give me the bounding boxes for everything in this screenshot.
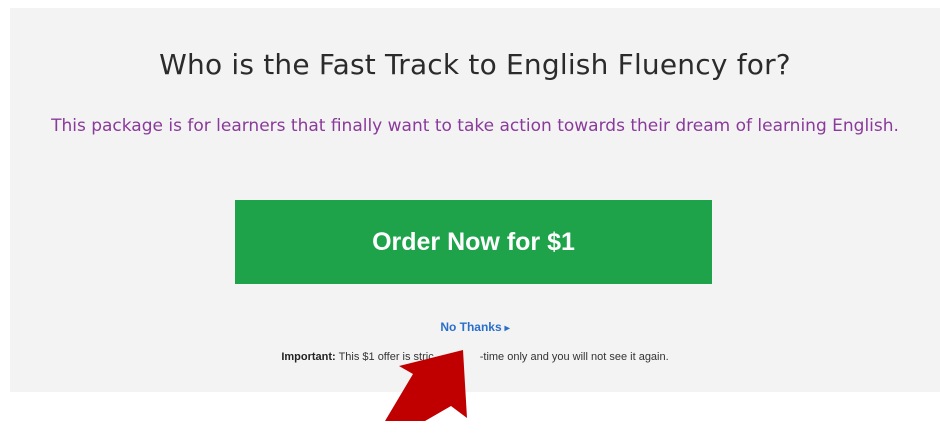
page: Who is the Fast Track to English Fluency…	[0, 0, 950, 421]
caret-right-icon: ▸	[504, 323, 510, 334]
red-arrow-icon	[385, 350, 467, 421]
offer-headline: Who is the Fast Track to English Fluency…	[159, 48, 791, 81]
no-thanks-link[interactable]: No Thanks ▸	[10, 320, 940, 334]
order-now-button[interactable]: Order Now for $1	[235, 200, 712, 284]
offer-description: This package is for learners that finall…	[51, 116, 899, 136]
important-label: Important:	[281, 351, 336, 363]
important-text-end: -time only and you will not see it again…	[479, 351, 669, 363]
no-thanks-label: No Thanks	[440, 320, 502, 334]
offer-panel: Who is the Fast Track to English Fluency…	[10, 8, 940, 392]
